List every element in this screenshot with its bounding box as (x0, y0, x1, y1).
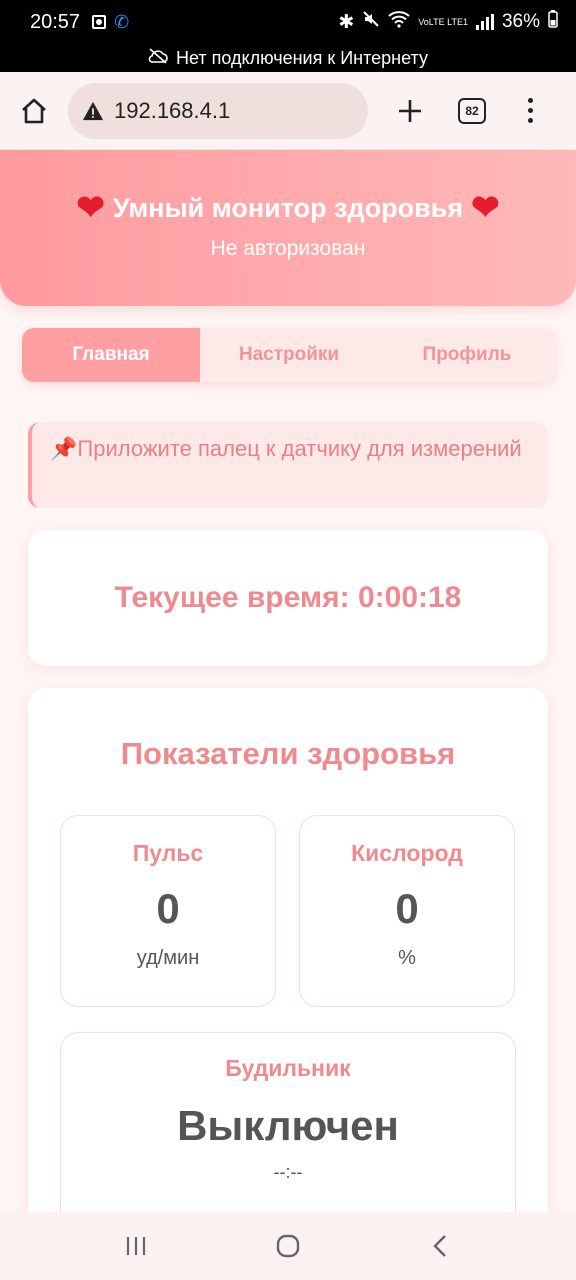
home-nav-button[interactable] (258, 1221, 318, 1271)
pulse-unit: уд/мин (136, 947, 200, 969)
notification-app-icon (92, 15, 107, 29)
tab-home[interactable]: Главная (22, 328, 200, 382)
notice-text: Приложите палец к датчику для измерений (77, 436, 522, 461)
health-title: Показатели здоровья (120, 736, 456, 771)
clock-label: Текущее время: (114, 581, 350, 614)
clock-card: Текущее время: 0:00:18 (28, 530, 548, 666)
alarm-time: --:-- (273, 1162, 303, 1182)
page-title: Умный монитор здоровья (112, 192, 464, 223)
tab-switcher-button[interactable]: 82 (458, 97, 486, 124)
oxygen-label: Кислород (351, 840, 463, 866)
home-circle-icon (276, 1234, 300, 1258)
heart-icon: ❤ (76, 189, 105, 227)
oxygen-value: 0 (395, 885, 419, 932)
recent-apps-button[interactable] (106, 1221, 166, 1271)
browser-toolbar: 192.168.4.1 82 (0, 72, 576, 150)
pushpin-icon: 📌 (50, 436, 78, 461)
tab-profile[interactable]: Профиль (378, 328, 556, 382)
clock-value: 0:00:18 (357, 581, 462, 614)
battery-icon (548, 10, 558, 34)
tab-bar: Главная Настройки Профиль (22, 328, 556, 382)
pulse-metric: Пульс 0 уд/мин (60, 815, 276, 1007)
volte-indicator: VoLTE LTE1 (418, 16, 468, 27)
alarm-panel: Будильник Выключен --:-- (60, 1032, 516, 1212)
browser-menu-button[interactable] (520, 91, 540, 131)
home-icon (22, 98, 46, 123)
battery-level: 36% (501, 11, 540, 32)
new-tab-button[interactable] (390, 91, 430, 131)
url-text[interactable]: 192.168.4.1 (114, 98, 230, 124)
cloud-off-icon (148, 47, 168, 69)
warning-icon[interactable] (82, 100, 104, 122)
web-page: ❤ Умный монитор здоровья ❤ Не авторизова… (0, 150, 576, 1212)
home-button[interactable] (14, 91, 54, 131)
oxygen-unit: % (398, 947, 416, 969)
health-card: Показатели здоровья Пульс 0 уд/мин Кисло… (28, 688, 548, 1212)
mute-icon (362, 10, 380, 34)
pulse-label: Пульс (132, 840, 204, 866)
back-button[interactable] (410, 1221, 470, 1271)
oxygen-metric: Кислород 0 % (299, 815, 515, 1007)
tab-settings[interactable]: Настройки (200, 328, 378, 382)
offline-banner: Нет подключения к Интернету (0, 44, 576, 72)
wifi-icon (388, 10, 410, 34)
plus-icon (399, 99, 421, 122)
call-icon: ✆ (114, 11, 130, 32)
header-banner: ❤ Умный монитор здоровья ❤ Не авторизова… (0, 150, 576, 306)
recents-icon (126, 1237, 146, 1255)
signal-icon (475, 14, 494, 30)
auth-status: Не авторизован (210, 237, 366, 260)
sensor-notice: 📌Приложите палец к датчику для измерений (28, 422, 548, 508)
url-bar[interactable]: 192.168.4.1 (68, 82, 368, 139)
offline-text: Нет подключения к Интернету (176, 47, 428, 68)
status-time: 20:57 (30, 10, 81, 33)
system-nav-bar (0, 1212, 576, 1280)
alarm-status: Выключен (177, 1102, 399, 1149)
bluetooth-icon: ✱ (338, 11, 355, 33)
back-icon (433, 1235, 446, 1257)
pulse-value: 0 (156, 885, 180, 932)
alarm-label: Будильник (225, 1055, 351, 1081)
heart-icon: ❤ (471, 189, 500, 227)
status-bar: 20:57 ✆ ✱ VoLTE LTE1 36% (0, 0, 576, 44)
